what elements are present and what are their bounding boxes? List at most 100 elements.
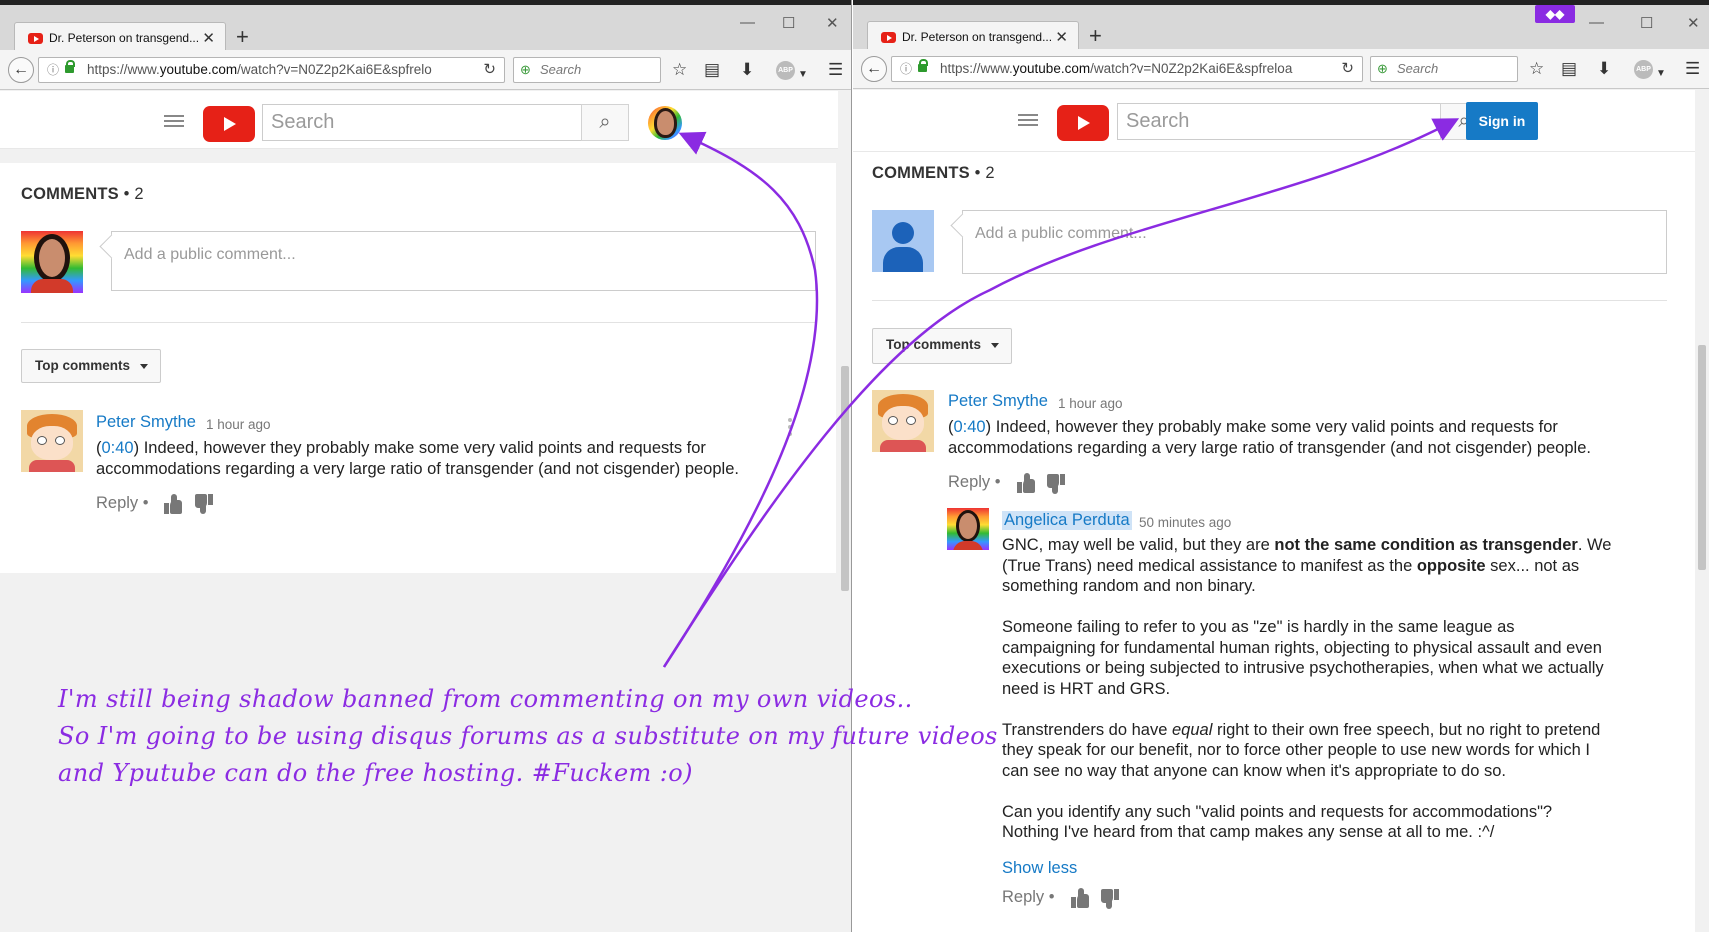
youtube-search-input[interactable]: Search	[262, 104, 582, 141]
minimize-icon[interactable]: —	[1589, 14, 1604, 31]
reply-author-avatar[interactable]	[947, 508, 989, 550]
browser-search-placeholder: Search	[540, 62, 582, 77]
minimize-icon[interactable]: —	[740, 14, 755, 31]
youtube-search-input[interactable]: Search	[1117, 103, 1441, 140]
url-bar[interactable]: ⓘ https://www.youtube.com/watch?v=N0Z2p2…	[38, 57, 505, 83]
reply-button[interactable]: Reply •	[1002, 888, 1055, 907]
timestamp-link[interactable]: 0:40	[102, 439, 134, 457]
url-domain: youtube.com	[1012, 61, 1091, 76]
new-tab-icon[interactable]: +	[1089, 24, 1102, 48]
reload-icon[interactable]: ↻	[1341, 57, 1354, 81]
menu-icon[interactable]: ☰	[1685, 57, 1700, 81]
sort-comments-button[interactable]: Top comments	[872, 328, 1012, 364]
scrollbar-thumb[interactable]	[1698, 345, 1706, 570]
more-actions-icon[interactable]	[788, 418, 792, 422]
comments-count: • 2	[974, 164, 995, 182]
timestamp-link[interactable]: 0:40	[954, 418, 986, 436]
add-comment-placeholder: Add a public comment...	[975, 225, 1147, 242]
new-tab-icon[interactable]: +	[236, 25, 249, 49]
comment-text: (0:40) Indeed, however they probably mak…	[948, 418, 1591, 457]
youtube-header: Search ⌕ Sign in	[853, 90, 1709, 152]
info-icon[interactable]: ⓘ	[47, 58, 59, 82]
divider	[872, 300, 1667, 301]
comment-author[interactable]: Peter Smythe	[948, 392, 1048, 411]
reply-time[interactable]: 50 minutes ago	[1139, 515, 1231, 530]
comments-panel: COMMENTS • 2 Add a public comment... Top…	[0, 163, 836, 573]
thumbs-down-icon[interactable]	[1047, 474, 1065, 494]
search-icon[interactable]: ⌕	[581, 104, 629, 141]
right-browser-window: Dr. Peterson on transgend... ✕ + ◆◆ — ☐ …	[853, 0, 1709, 932]
commenter-avatar[interactable]	[21, 410, 83, 472]
thumbs-down-icon[interactable]	[195, 494, 213, 514]
commenter-avatar[interactable]	[872, 390, 934, 452]
close-window-icon[interactable]: ✕	[1687, 14, 1700, 32]
download-icon[interactable]: ⬇	[1597, 57, 1611, 81]
back-arrow-icon[interactable]: ←	[861, 56, 887, 82]
youtube-logo[interactable]	[203, 106, 255, 142]
youtube-favicon-icon	[881, 32, 896, 43]
anonymous-user-avatar	[872, 210, 934, 272]
browser-search-placeholder: Search	[1397, 61, 1439, 76]
sort-label: Top comments	[886, 337, 982, 352]
comment-text-line1: ) Indeed, however they probably make som…	[133, 439, 706, 457]
show-less-link[interactable]: Show less	[1002, 859, 1077, 878]
menu-icon[interactable]: ☰	[828, 58, 843, 82]
browser-search-box[interactable]: ⊕ Search	[1370, 56, 1518, 82]
sort-comments-button[interactable]: Top comments	[21, 349, 161, 383]
maximize-icon[interactable]: ☐	[1640, 14, 1653, 32]
thumbs-up-icon[interactable]	[1017, 473, 1035, 493]
tab-title: Dr. Peterson on transgend...	[49, 31, 200, 45]
reading-list-icon[interactable]: ▤	[1561, 57, 1577, 81]
back-arrow-icon[interactable]: ←	[8, 57, 34, 83]
search-engine-icon: ⊕	[1377, 61, 1388, 76]
caret-down-icon	[991, 343, 999, 348]
sign-in-button[interactable]: Sign in	[1466, 102, 1538, 140]
user-avatar[interactable]	[648, 106, 682, 140]
url-prefix: https://www.	[87, 62, 160, 77]
thumbs-up-icon[interactable]	[1071, 888, 1089, 908]
guide-menu-icon[interactable]	[1018, 114, 1038, 116]
current-user-avatar	[21, 231, 83, 293]
lock-icon	[918, 59, 928, 72]
chevron-down-icon[interactable]: ▼	[1656, 62, 1666, 86]
guide-menu-icon[interactable]	[164, 115, 184, 117]
left-browser-window: Dr. Peterson on transgend... ✕ + — ☐ ✕ ←…	[0, 0, 852, 932]
adblock-icon[interactable]: ABP	[776, 61, 795, 80]
comment-author[interactable]: Peter Smythe	[96, 413, 196, 432]
scrollbar[interactable]	[1695, 90, 1709, 932]
reply-author[interactable]: Angelica Perduta	[1002, 511, 1132, 530]
add-comment-box[interactable]: Add a public comment...	[962, 210, 1667, 274]
browser-search-box[interactable]: ⊕ Search	[513, 57, 661, 83]
info-icon[interactable]: ⓘ	[900, 57, 912, 81]
comments-header: COMMENTS • 2	[21, 185, 144, 204]
bookmark-star-icon[interactable]: ☆	[1529, 57, 1544, 81]
reading-list-icon[interactable]: ▤	[704, 58, 720, 82]
thumbs-down-icon[interactable]	[1101, 889, 1119, 909]
reply-button[interactable]: Reply •	[96, 494, 149, 513]
chevron-down-icon[interactable]: ▼	[798, 63, 808, 87]
scrollbar[interactable]	[838, 91, 851, 932]
url-path: /watch?v=N0Z2p2Kai6E&spfreloa	[1090, 61, 1293, 76]
download-icon[interactable]: ⬇	[740, 58, 754, 82]
page-content: Search ⌕ COMMENTS • 2 Add a public comme…	[0, 91, 851, 932]
comment-time[interactable]: 1 hour ago	[1058, 396, 1123, 411]
close-window-icon[interactable]: ✕	[826, 14, 839, 32]
comment-time[interactable]: 1 hour ago	[206, 417, 271, 432]
adblock-icon[interactable]: ABP	[1634, 60, 1653, 79]
divider	[21, 322, 816, 323]
scrollbar-thumb[interactable]	[841, 366, 849, 591]
comment-text-line1: ) Indeed, however they probably make som…	[985, 418, 1558, 436]
annotation-line-2: So I'm going to be using disqus forums a…	[58, 722, 998, 750]
bookmark-star-icon[interactable]: ☆	[672, 58, 687, 82]
add-comment-box[interactable]: Add a public comment...	[111, 231, 816, 291]
page-content: Search ⌕ Sign in COMMENTS • 2 Add a publ…	[853, 90, 1709, 932]
youtube-header: Search ⌕	[0, 91, 851, 149]
reply-button[interactable]: Reply •	[948, 473, 1001, 492]
comment-text-line2: accommodations regarding a very large ra…	[948, 438, 1591, 457]
youtube-logo[interactable]	[1057, 105, 1109, 141]
thumbs-up-icon[interactable]	[164, 494, 182, 514]
url-bar[interactable]: ⓘ https://www.youtube.com/watch?v=N0Z2p2…	[891, 56, 1363, 82]
annotation-line-1: I'm still being shadow banned from comme…	[58, 685, 913, 713]
maximize-icon[interactable]: ☐	[782, 14, 795, 32]
reload-icon[interactable]: ↻	[483, 58, 496, 82]
